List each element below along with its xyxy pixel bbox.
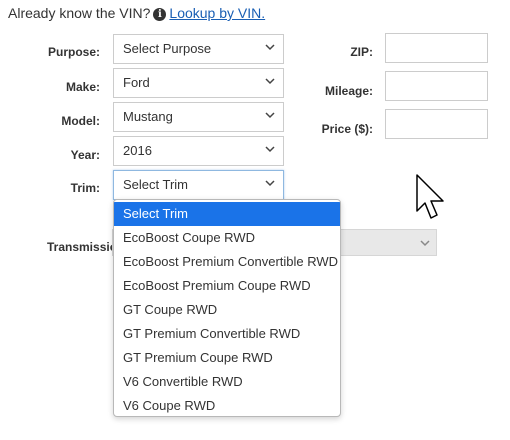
transmission-label: Transmissio	[47, 240, 118, 254]
price-input[interactable]	[385, 109, 488, 139]
chevron-down-icon	[265, 44, 275, 51]
zip-label: ZIP:	[350, 45, 373, 59]
year-label: Year:	[70, 148, 100, 162]
purpose-select[interactable]: Select Purpose	[113, 34, 284, 64]
price-label: Price ($):	[321, 122, 373, 136]
vin-prompt: Already know the VIN? i Lookup by VIN.	[8, 5, 265, 21]
trim-option[interactable]: EcoBoost Coupe RWD	[114, 226, 340, 250]
chevron-down-icon	[265, 78, 275, 85]
mouse-cursor-icon	[416, 174, 444, 219]
chevron-down-icon	[265, 146, 275, 153]
lookup-by-vin-link[interactable]: Lookup by VIN.	[169, 5, 265, 21]
trim-option[interactable]: EcoBoost Premium Coupe RWD	[114, 274, 340, 298]
mileage-label: Mileage:	[324, 84, 373, 98]
model-select-value: Mustang	[123, 109, 173, 124]
vin-prompt-text: Already know the VIN?	[8, 5, 151, 21]
trim-label: Trim:	[70, 181, 100, 195]
model-select[interactable]: Mustang	[113, 102, 284, 132]
trim-option[interactable]: V6 Coupe RWD	[114, 394, 340, 416]
purpose-label: Purpose:	[47, 45, 100, 59]
trim-option[interactable]: V6 Convertible RWD	[114, 370, 340, 394]
trim-dropdown-list[interactable]: Select Trim EcoBoost Coupe RWD EcoBoost Pr…	[113, 199, 341, 417]
zip-input[interactable]	[385, 33, 488, 63]
chevron-down-icon	[265, 180, 275, 187]
info-icon[interactable]: i	[153, 8, 167, 21]
trim-select[interactable]: Select Trim	[113, 170, 284, 200]
model-label: Model:	[61, 114, 100, 128]
year-select[interactable]: 2016	[113, 136, 284, 166]
trim-option[interactable]: GT Coupe RWD	[114, 298, 340, 322]
make-select[interactable]: Ford	[113, 68, 284, 98]
trim-option[interactable]: GT Premium Convertible RWD	[114, 322, 340, 346]
make-label: Make:	[65, 80, 100, 94]
trim-option[interactable]: GT Premium Coupe RWD	[114, 346, 340, 370]
make-select-value: Ford	[123, 75, 150, 90]
trim-option[interactable]: EcoBoost Premium Convertible RWD	[114, 250, 340, 274]
chevron-down-icon	[420, 240, 430, 247]
trim-select-value: Select Trim	[123, 177, 189, 192]
chevron-down-icon	[265, 112, 275, 119]
mileage-input[interactable]	[385, 71, 488, 101]
purpose-select-value: Select Purpose	[123, 41, 212, 56]
trim-option[interactable]: Select Trim	[114, 202, 340, 226]
year-select-value: 2016	[123, 143, 152, 158]
